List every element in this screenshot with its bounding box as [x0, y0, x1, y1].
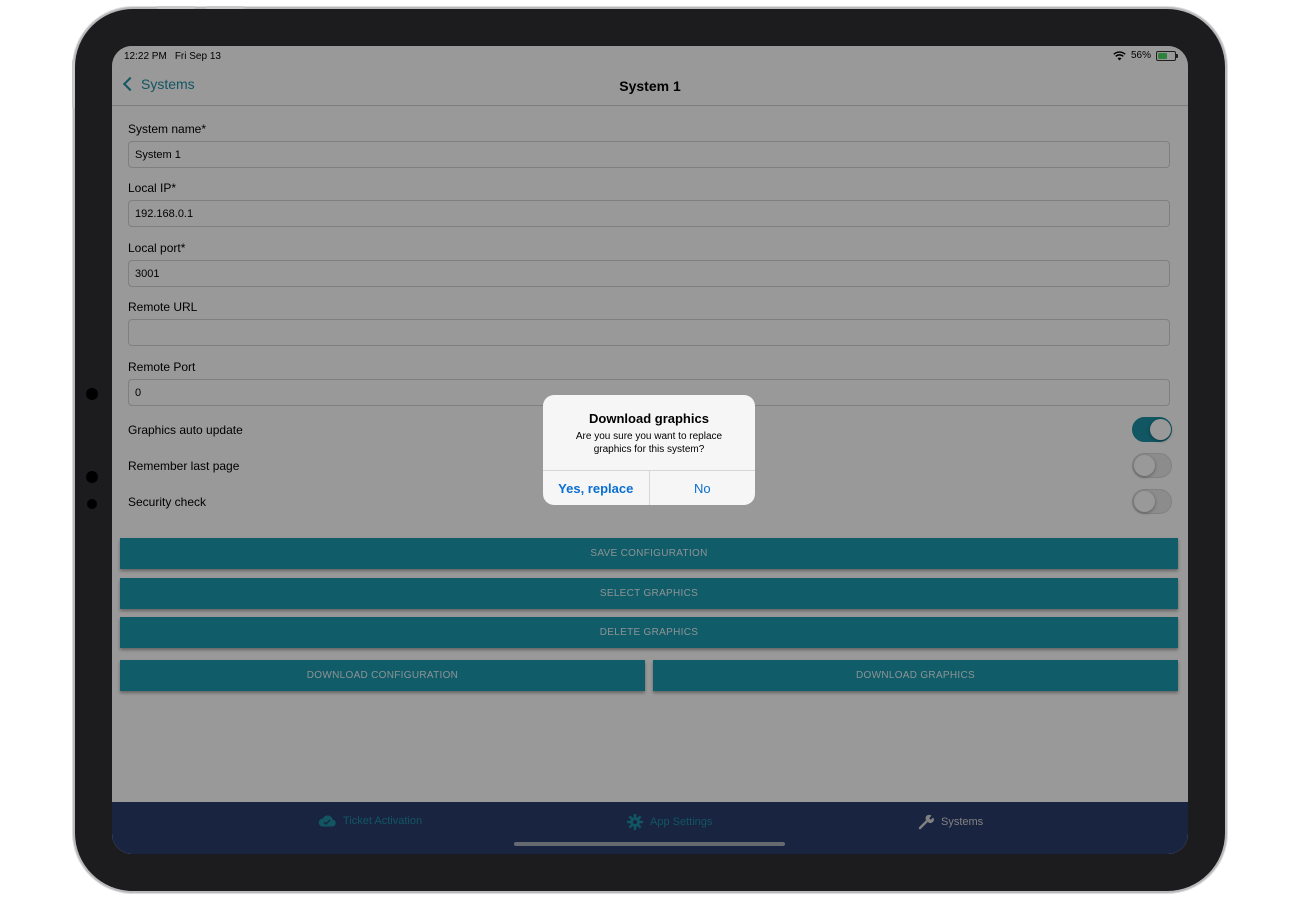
camera-dot: [86, 471, 98, 483]
cancel-button[interactable]: No: [650, 471, 756, 505]
download-graphics-alert: Download graphics Are you sure you want …: [543, 395, 755, 505]
alert-title: Download graphics: [589, 411, 709, 426]
camera-dot: [86, 388, 98, 400]
confirm-replace-button[interactable]: Yes, replace: [543, 471, 650, 505]
top-button: [157, 6, 195, 9]
side-button: [72, 60, 75, 108]
alert-message: Are you sure you want to replace graphic…: [575, 431, 723, 455]
camera-dot: [87, 499, 97, 509]
app-screen: 12:22 PM Fri Sep 13 56% Systems System 1…: [112, 46, 1188, 854]
top-button: [206, 6, 244, 9]
alert-actions: Yes, replace No: [543, 470, 755, 505]
